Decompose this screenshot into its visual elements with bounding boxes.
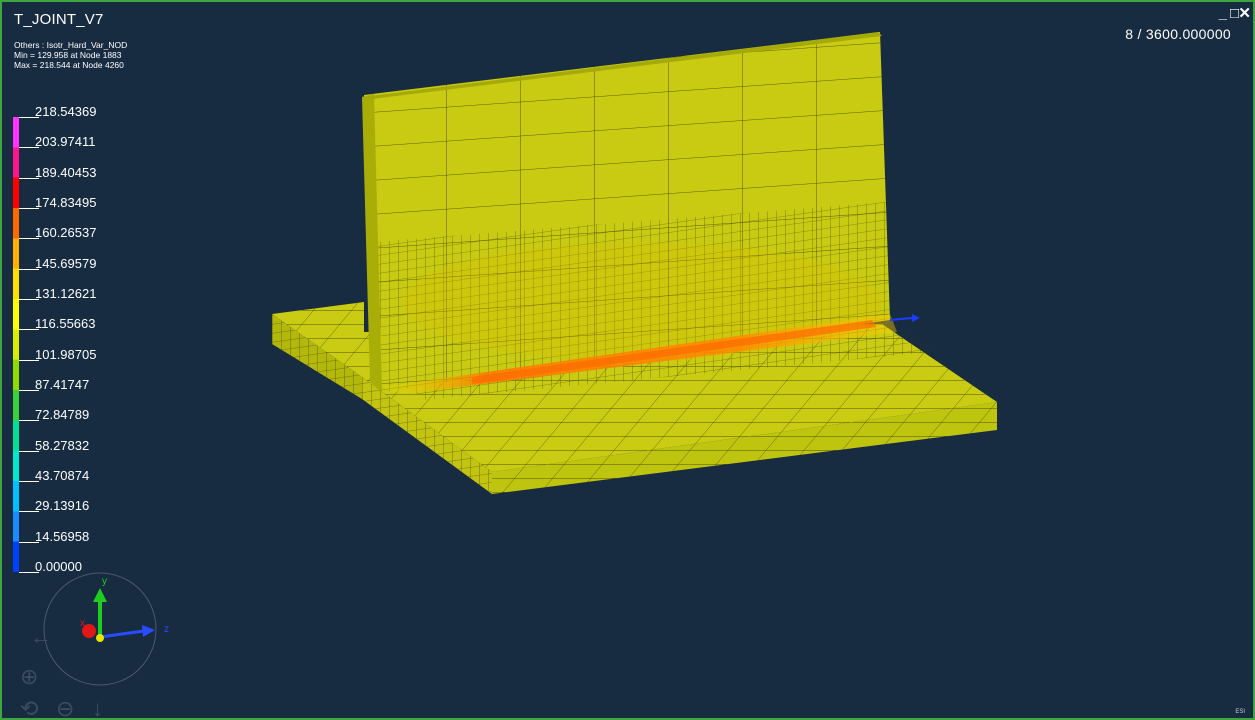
legend-tick (13, 450, 39, 452)
legend-label: 203.97411 (35, 134, 96, 150)
legend-tick (13, 268, 39, 270)
legend-label: 160.26537 (35, 225, 97, 241)
min-value-label: Min = 129.958 at Node 1883 (14, 50, 122, 60)
y-axis-label: y (102, 576, 107, 587)
corner-logo-text: ESI (1235, 709, 1245, 715)
legend-label: 58.27832 (35, 437, 90, 453)
frame-time-readout: 8 / 3600.000000 (1125, 26, 1231, 42)
legend-tick (13, 147, 39, 149)
legend-tick (13, 238, 39, 240)
legend-label: 87.41747 (35, 377, 90, 392)
pan-left-icon[interactable]: ← (30, 624, 52, 650)
legend-tick (13, 177, 39, 179)
legend-label: 14.56958 (35, 528, 90, 544)
z-axis-label: z (164, 624, 169, 635)
result-type-label: Others : Isotr_Hard_Var_NOD (14, 40, 128, 50)
legend-tick (13, 299, 39, 300)
z-axis-arrow (142, 625, 155, 637)
legend-tick (13, 481, 39, 482)
pan-down-icon[interactable]: ↓ (92, 696, 103, 718)
y-axis-arrow (93, 588, 107, 602)
x-axis-label: x (80, 618, 85, 629)
close-icon[interactable]: ✕ (1238, 6, 1251, 21)
legend-tick (13, 117, 39, 118)
3d-viewport[interactable]: T_JOINT_V7 Others : Isotr_Hard_Var_NOD M… (0, 0, 1255, 720)
legend-label: 131.12621 (35, 286, 97, 301)
legend-label: 29.13916 (35, 498, 90, 514)
legend-tick (13, 511, 39, 513)
legend-label: 116.55663 (35, 316, 96, 332)
legend-label: 101.98705 (35, 346, 97, 362)
legend-tick (13, 572, 39, 573)
max-value-label: Max = 218.544 at Node 4260 (14, 60, 124, 70)
zoom-out-icon[interactable]: ⊖ (56, 696, 74, 718)
t-joint-mesh-model (272, 32, 997, 494)
zoom-in-icon[interactable]: ⊕ (20, 664, 38, 690)
legend-tick (13, 359, 39, 361)
legend-label: 189.40453 (35, 164, 97, 180)
legend-label: 174.83495 (35, 195, 97, 210)
rotate-icon[interactable]: ⟲ (20, 696, 38, 718)
legend-tick (13, 541, 39, 543)
legend-label: 72.84789 (35, 407, 90, 423)
model-title: T_JOINT_V7 (14, 11, 104, 28)
legend-tick (13, 390, 39, 391)
legend-label: 43.70874 (35, 468, 90, 483)
minimize-icon[interactable]: _ (1219, 6, 1227, 21)
legend-label: 145.69579 (35, 255, 97, 271)
legend-tick (13, 329, 39, 331)
legend-tick (13, 420, 39, 422)
legend-tick (13, 208, 39, 209)
legend-label: 218.54369 (35, 104, 97, 119)
